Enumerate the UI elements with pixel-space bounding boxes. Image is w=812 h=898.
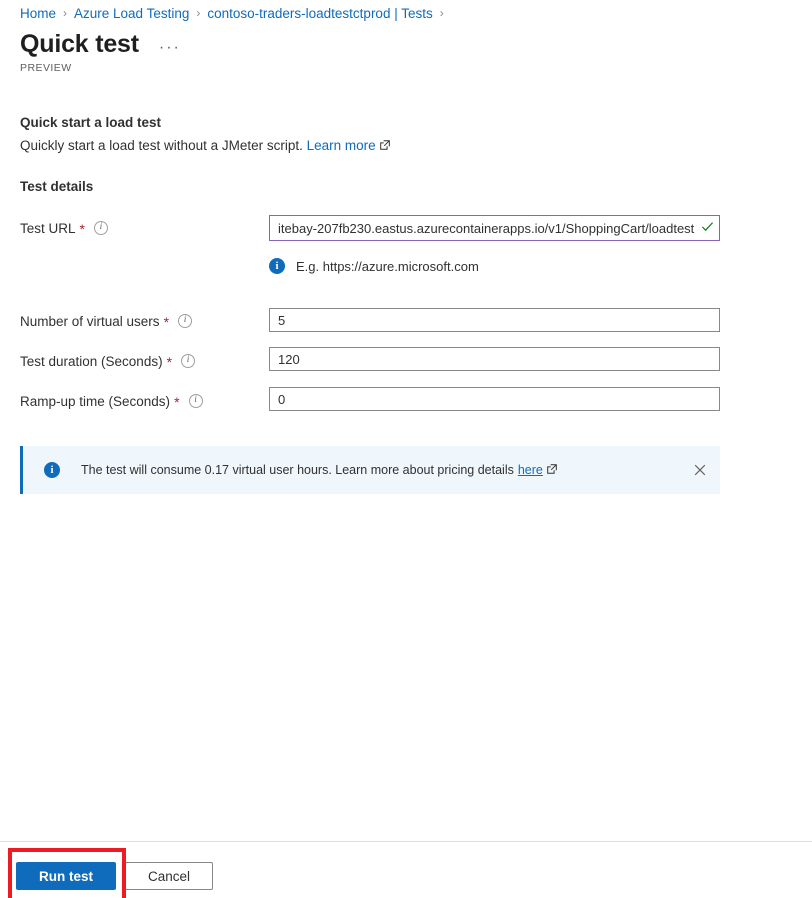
virtual-users-input[interactable] (269, 308, 720, 332)
cancel-button[interactable]: Cancel (125, 862, 213, 890)
required-marker: * (174, 394, 180, 410)
test-url-label: Test URL * i (20, 217, 108, 239)
test-url-hint: i E.g. https://azure.microsoft.com (269, 258, 479, 274)
ramp-up-time-label: Ramp-up time (Seconds) * i (20, 390, 203, 412)
test-url-hint-text: E.g. https://azure.microsoft.com (296, 258, 479, 274)
run-test-button[interactable]: Run test (16, 862, 116, 890)
test-url-input-wrap (269, 215, 720, 241)
field-row-test-url: Test URL * i (0, 215, 812, 241)
breadcrumb-item-resource-tests[interactable]: contoso-traders-loadtestctprod | Tests (207, 6, 432, 21)
ramp-up-time-label-text: Ramp-up time (Seconds) (20, 393, 171, 409)
quick-start-heading: Quick start a load test (20, 115, 162, 130)
breadcrumb: Home › Azure Load Testing › contoso-trad… (20, 3, 451, 23)
info-icon[interactable]: i (93, 221, 108, 235)
field-row-virtual-users: Number of virtual users * i (0, 308, 812, 334)
virtual-users-label-text: Number of virtual users (20, 313, 160, 329)
info-filled-icon: i (44, 462, 60, 478)
info-icon[interactable]: i (188, 394, 203, 408)
test-duration-label: Test duration (Seconds) * i (20, 350, 196, 372)
more-options-icon[interactable]: ··· (155, 39, 185, 56)
breadcrumb-item-home[interactable]: Home (20, 6, 56, 21)
ramp-up-time-input[interactable] (269, 387, 720, 411)
preview-badge: PREVIEW (20, 62, 72, 74)
field-row-ramp-up-time: Ramp-up time (Seconds) * i (0, 387, 812, 414)
required-marker: * (79, 221, 85, 237)
pricing-details-link[interactable]: here (518, 463, 543, 477)
banner-message-wrap: The test will consume 0.17 virtual user … (81, 463, 557, 477)
quick-start-description: Quickly start a load test without a JMet… (20, 138, 390, 153)
page-title: Quick test (20, 30, 139, 58)
info-filled-icon: i (269, 258, 285, 274)
info-icon[interactable]: i (178, 314, 193, 328)
page-title-row: Quick test ··· (20, 28, 185, 60)
quick-test-page: Home › Azure Load Testing › contoso-trad… (0, 0, 812, 898)
pricing-info-banner: i The test will consume 0.17 virtual use… (20, 446, 720, 494)
required-marker: * (163, 314, 170, 330)
info-icon[interactable]: i (181, 354, 196, 368)
field-row-test-duration: Test duration (Seconds) * i (0, 347, 812, 374)
learn-more-link[interactable]: Learn more (307, 138, 376, 153)
quick-start-description-text: Quickly start a load test without a JMet… (20, 138, 303, 153)
breadcrumb-separator: › (439, 6, 444, 20)
external-link-icon (547, 464, 557, 474)
test-duration-label-text: Test duration (Seconds) (20, 353, 163, 369)
test-duration-input[interactable] (269, 347, 720, 371)
footer-divider (0, 841, 812, 842)
test-url-input[interactable] (269, 215, 720, 241)
external-link-icon (379, 139, 390, 150)
breadcrumb-item-azure-load-testing[interactable]: Azure Load Testing (74, 6, 189, 21)
close-icon[interactable] (692, 462, 708, 478)
banner-message: The test will consume 0.17 virtual user … (81, 463, 514, 477)
breadcrumb-separator: › (196, 6, 201, 20)
required-marker: * (166, 354, 173, 370)
virtual-users-label: Number of virtual users * i (20, 310, 193, 332)
breadcrumb-separator: › (63, 6, 68, 20)
test-details-heading: Test details (20, 179, 94, 194)
test-url-label-text: Test URL (20, 220, 76, 236)
